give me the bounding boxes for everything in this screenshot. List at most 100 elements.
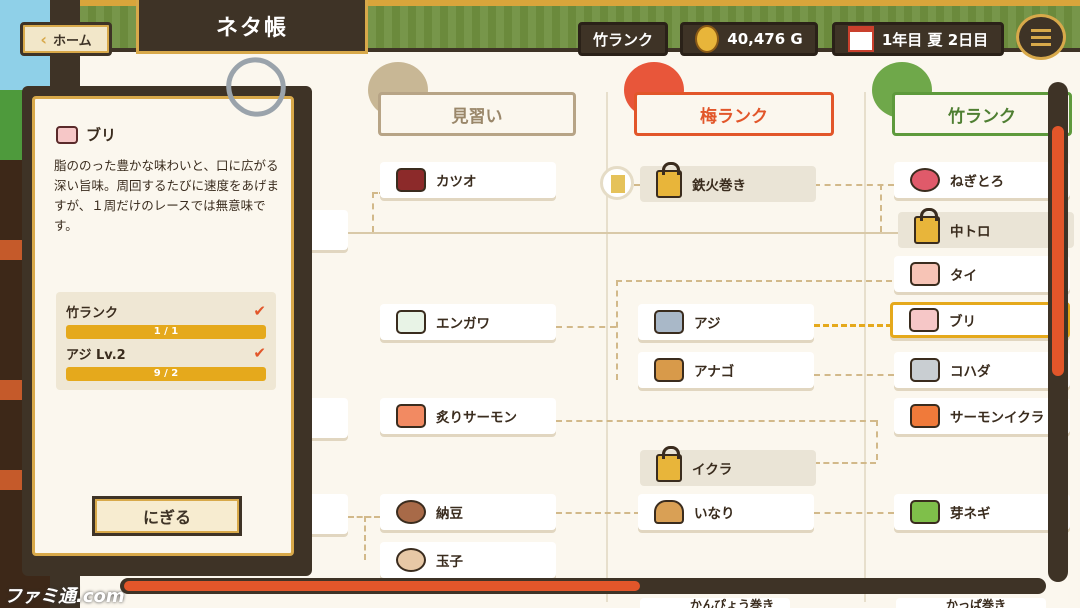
unlock-marker-icon	[600, 166, 634, 200]
page-title: ネタ帳	[136, 0, 368, 54]
card-label: いなり	[694, 506, 735, 522]
card-label: 納豆	[436, 506, 463, 522]
card-label: 中トロ	[950, 224, 991, 240]
card-label: ブリ	[949, 314, 976, 330]
connector-line	[616, 280, 618, 380]
detail-header: ブリ	[56, 124, 116, 145]
rank-header-minarai: 見習い	[378, 92, 576, 136]
card-label: 玉子	[436, 554, 463, 570]
chevron-left-icon: ‹	[40, 29, 47, 49]
menu-icon-bar	[1031, 28, 1051, 32]
card-tamago[interactable]: 玉子	[380, 542, 556, 578]
coin-icon	[695, 25, 720, 53]
buri-icon	[909, 308, 939, 332]
natto-icon	[396, 500, 426, 524]
card-label: コハダ	[950, 364, 991, 380]
gold-display: 40,476 G	[680, 22, 818, 56]
card-label: タイ	[950, 268, 977, 284]
inari-icon	[654, 500, 684, 524]
aji-icon	[654, 310, 684, 334]
card-label: アジ	[694, 316, 721, 332]
card-tai[interactable]: タイ	[894, 256, 1070, 292]
connector-line	[814, 462, 876, 464]
card-label: アナゴ	[694, 364, 735, 380]
card-salmon-ikura[interactable]: サーモンイクラ	[894, 398, 1070, 434]
rank-header-ume: 梅ランク	[634, 92, 834, 136]
kohada-icon	[910, 358, 940, 382]
card-label: ねぎとろ	[950, 174, 1004, 190]
card-kanpyo[interactable]: かんぴょう巻き	[640, 598, 790, 608]
card-natto[interactable]: 納豆	[380, 494, 556, 530]
connector-line	[814, 512, 894, 514]
offscreen-card[interactable]	[312, 398, 348, 438]
katsuo-icon	[396, 168, 426, 192]
negitoro-icon	[910, 168, 940, 192]
connector-line	[814, 184, 894, 186]
home-button[interactable]: ‹ ホーム	[20, 22, 112, 56]
card-negitoro[interactable]: ねぎとろ	[894, 162, 1070, 198]
card-label: 炙りサーモン	[436, 410, 517, 426]
connector-line	[364, 516, 366, 560]
watermark: ファミ通.com	[4, 586, 125, 607]
horizontal-scrollbar[interactable]	[120, 578, 1046, 594]
requirement-progress: 1 / 1	[66, 325, 266, 339]
date-display: 1年目 夏 2日目	[832, 22, 1004, 56]
card-label: サーモンイクラ	[950, 410, 1045, 426]
card-kappa[interactable]: かっぱ巻き	[896, 598, 1046, 608]
menu-icon-bar	[1031, 42, 1051, 46]
egg-icon	[396, 548, 426, 572]
card-tekka[interactable]: 鉄火巻き	[640, 162, 816, 202]
connector-line	[814, 374, 894, 376]
horizontal-scroll-thumb[interactable]	[124, 581, 640, 591]
rank-header-take: 竹ランク	[892, 92, 1072, 136]
connector-line	[372, 192, 374, 232]
offscreen-card[interactable]	[312, 494, 348, 534]
lock-icon	[914, 208, 940, 244]
nigiru-button[interactable]: にぎる	[92, 496, 242, 536]
salmon-ikura-icon	[910, 404, 940, 428]
connector-line	[556, 420, 876, 422]
menegi-icon	[910, 500, 940, 524]
card-aji[interactable]: アジ	[638, 304, 814, 340]
calendar-icon	[847, 26, 874, 52]
vertical-scrollbar[interactable]	[1048, 82, 1068, 582]
card-engawa[interactable]: エンガワ	[380, 304, 556, 340]
requirement-item: アジ Lv.2 ✔ 9 / 2	[66, 344, 266, 381]
card-anago[interactable]: アナゴ	[638, 352, 814, 388]
card-katsuo[interactable]: カツオ	[380, 162, 556, 198]
salmon-icon	[396, 404, 426, 428]
anago-icon	[654, 358, 684, 382]
card-aburi-salmon[interactable]: 炙りサーモン	[380, 398, 556, 434]
engawa-icon	[396, 310, 426, 334]
card-ikura[interactable]: イクラ	[640, 446, 816, 486]
requirement-item: 竹ランク ✔ 1 / 1	[66, 302, 266, 339]
menu-icon-bar	[1031, 35, 1051, 39]
vertical-scroll-thumb[interactable]	[1052, 126, 1064, 376]
card-inari[interactable]: いなり	[638, 494, 814, 530]
highlighted-path	[814, 324, 892, 327]
detail-name: ブリ	[86, 126, 117, 144]
check-icon: ✔	[253, 344, 266, 362]
card-label: 芽ネギ	[950, 506, 991, 522]
card-label: カツオ	[436, 174, 477, 190]
gold-amount: 40,476 G	[727, 30, 803, 48]
connector-line	[876, 420, 878, 460]
requirement-progress: 9 / 2	[66, 367, 266, 381]
home-label: ホーム	[52, 33, 92, 49]
connector-line	[556, 512, 640, 514]
column-divider	[864, 92, 866, 602]
tai-icon	[910, 262, 940, 286]
card-label: イクラ	[692, 462, 733, 478]
connector-line	[556, 326, 616, 328]
offscreen-card[interactable]	[312, 210, 348, 250]
card-menegi[interactable]: 芽ネギ	[894, 494, 1070, 530]
menu-button[interactable]	[1016, 14, 1066, 60]
card-label: エンガワ	[436, 316, 490, 332]
detail-description: 脂ののった豊かな味わいと、口に広がる深い旨味。周回するたびに速度をあげますが、１…	[54, 158, 280, 233]
connector-line	[348, 232, 900, 234]
card-buri[interactable]: ブリ	[890, 302, 1070, 338]
lock-icon	[656, 446, 682, 482]
rank-display: 竹ランク	[578, 22, 668, 56]
card-label: 鉄火巻き	[692, 178, 746, 194]
card-kohada[interactable]: コハダ	[894, 352, 1070, 388]
